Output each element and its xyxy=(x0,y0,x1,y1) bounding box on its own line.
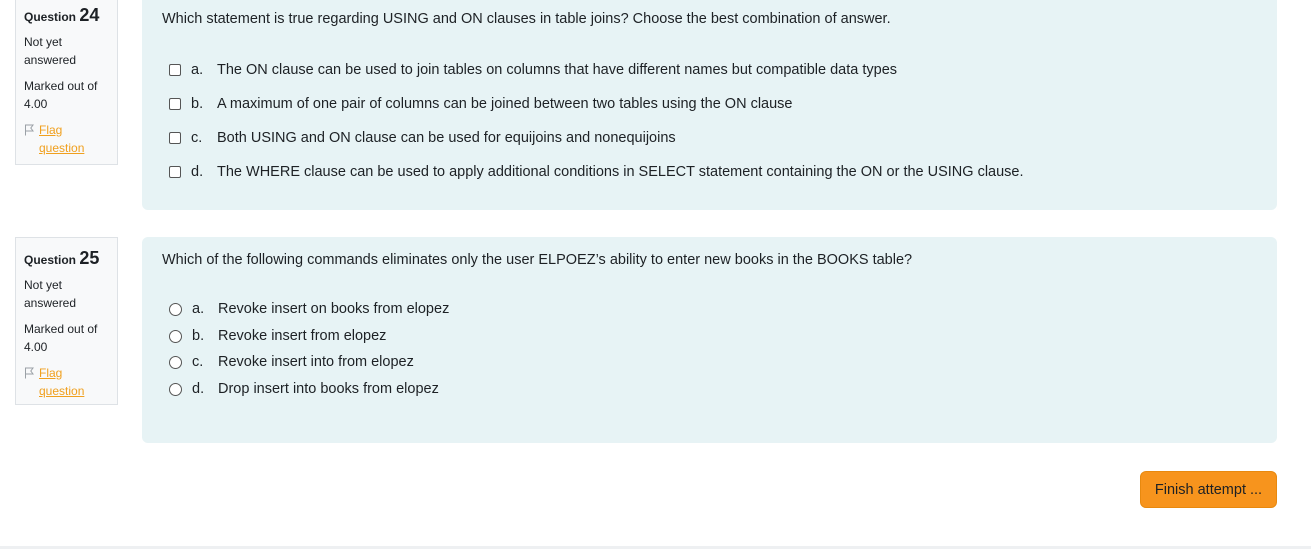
question-info-24: Question 24 Not yet answered Marked out … xyxy=(15,0,118,165)
answer-option-a[interactable]: a. The ON clause can be used to join tab… xyxy=(169,62,897,78)
answer-checkbox[interactable] xyxy=(169,166,181,178)
answer-radio[interactable] xyxy=(169,302,182,316)
question-number-value: 24 xyxy=(79,5,100,25)
answer-text: Revoke insert on books from elopez xyxy=(218,301,450,317)
question-formulation-24: Which statement is true regarding USING … xyxy=(142,0,1277,210)
answer-option-a[interactable]: a. Revoke insert on books from elopez xyxy=(169,301,449,317)
question-number-value: 25 xyxy=(79,248,100,268)
answer-letter: b. xyxy=(192,328,205,344)
answer-letter: d. xyxy=(191,164,204,180)
question-state: Not yet answered xyxy=(24,35,77,67)
question-state: Not yet answered xyxy=(24,278,77,310)
answer-checkbox[interactable] xyxy=(169,98,181,110)
answer-option-d[interactable]: d. Drop insert into books from elopez xyxy=(169,381,439,397)
quiz-page: Question 24 Not yet answered Marked out … xyxy=(0,0,1311,549)
flag-icon xyxy=(25,124,34,136)
question-text: Which of the following commands eliminat… xyxy=(162,252,913,268)
answer-option-c[interactable]: c. Both USING and ON clause can be used … xyxy=(169,130,676,146)
flag-icon xyxy=(25,367,34,379)
finish-attempt-button[interactable]: Finish attempt ... xyxy=(1140,471,1277,508)
question-label: Question xyxy=(24,10,77,24)
question-number: Question 25 xyxy=(24,248,109,270)
answer-letter: c. xyxy=(192,354,204,370)
answer-option-b[interactable]: b. Revoke insert from elopez xyxy=(169,328,386,344)
question-grade: Marked out of 4.00 xyxy=(24,322,98,354)
flag-question-text[interactable]: Flag question xyxy=(39,364,109,400)
answer-letter: d. xyxy=(192,381,205,397)
answer-option-d[interactable]: d. The WHERE clause can be used to apply… xyxy=(169,164,1024,180)
question-formulation-25: Which of the following commands eliminat… xyxy=(142,237,1277,443)
answer-text: The ON clause can be used to join tables… xyxy=(217,62,898,78)
flag-question-link[interactable]: Flag question xyxy=(24,364,109,400)
question-label: Question xyxy=(24,253,77,267)
question-number: Question 24 xyxy=(24,5,109,27)
answer-checkbox[interactable] xyxy=(169,64,181,76)
answer-text: Revoke insert into from elopez xyxy=(218,354,414,370)
answer-letter: a. xyxy=(191,62,204,78)
answer-text: Drop insert into books from elopez xyxy=(218,381,439,397)
question-grade: Marked out of 4.00 xyxy=(24,79,98,111)
answer-radio[interactable] xyxy=(169,355,182,369)
answer-text: Revoke insert from elopez xyxy=(218,328,387,344)
question-info-25: Question 25 Not yet answered Marked out … xyxy=(15,237,118,405)
flag-question-text[interactable]: Flag question xyxy=(39,121,109,157)
answer-option-c[interactable]: c. Revoke insert into from elopez xyxy=(169,354,414,370)
answer-checkbox[interactable] xyxy=(169,132,181,144)
answer-letter: a. xyxy=(192,301,205,317)
question-text: Which statement is true regarding USING … xyxy=(162,11,891,27)
answer-text: A maximum of one pair of columns can be … xyxy=(217,96,793,112)
answer-radio[interactable] xyxy=(169,329,182,343)
answer-text: Both USING and ON clause can be used for… xyxy=(217,130,676,146)
flag-question-link[interactable]: Flag question xyxy=(24,121,109,157)
answer-option-b[interactable]: b. A maximum of one pair of columns can … xyxy=(169,96,792,112)
answer-letter: c. xyxy=(191,130,203,146)
answer-text: The WHERE clause can be used to apply ad… xyxy=(217,164,1024,180)
answer-radio[interactable] xyxy=(169,382,182,396)
answer-letter: b. xyxy=(191,96,204,112)
